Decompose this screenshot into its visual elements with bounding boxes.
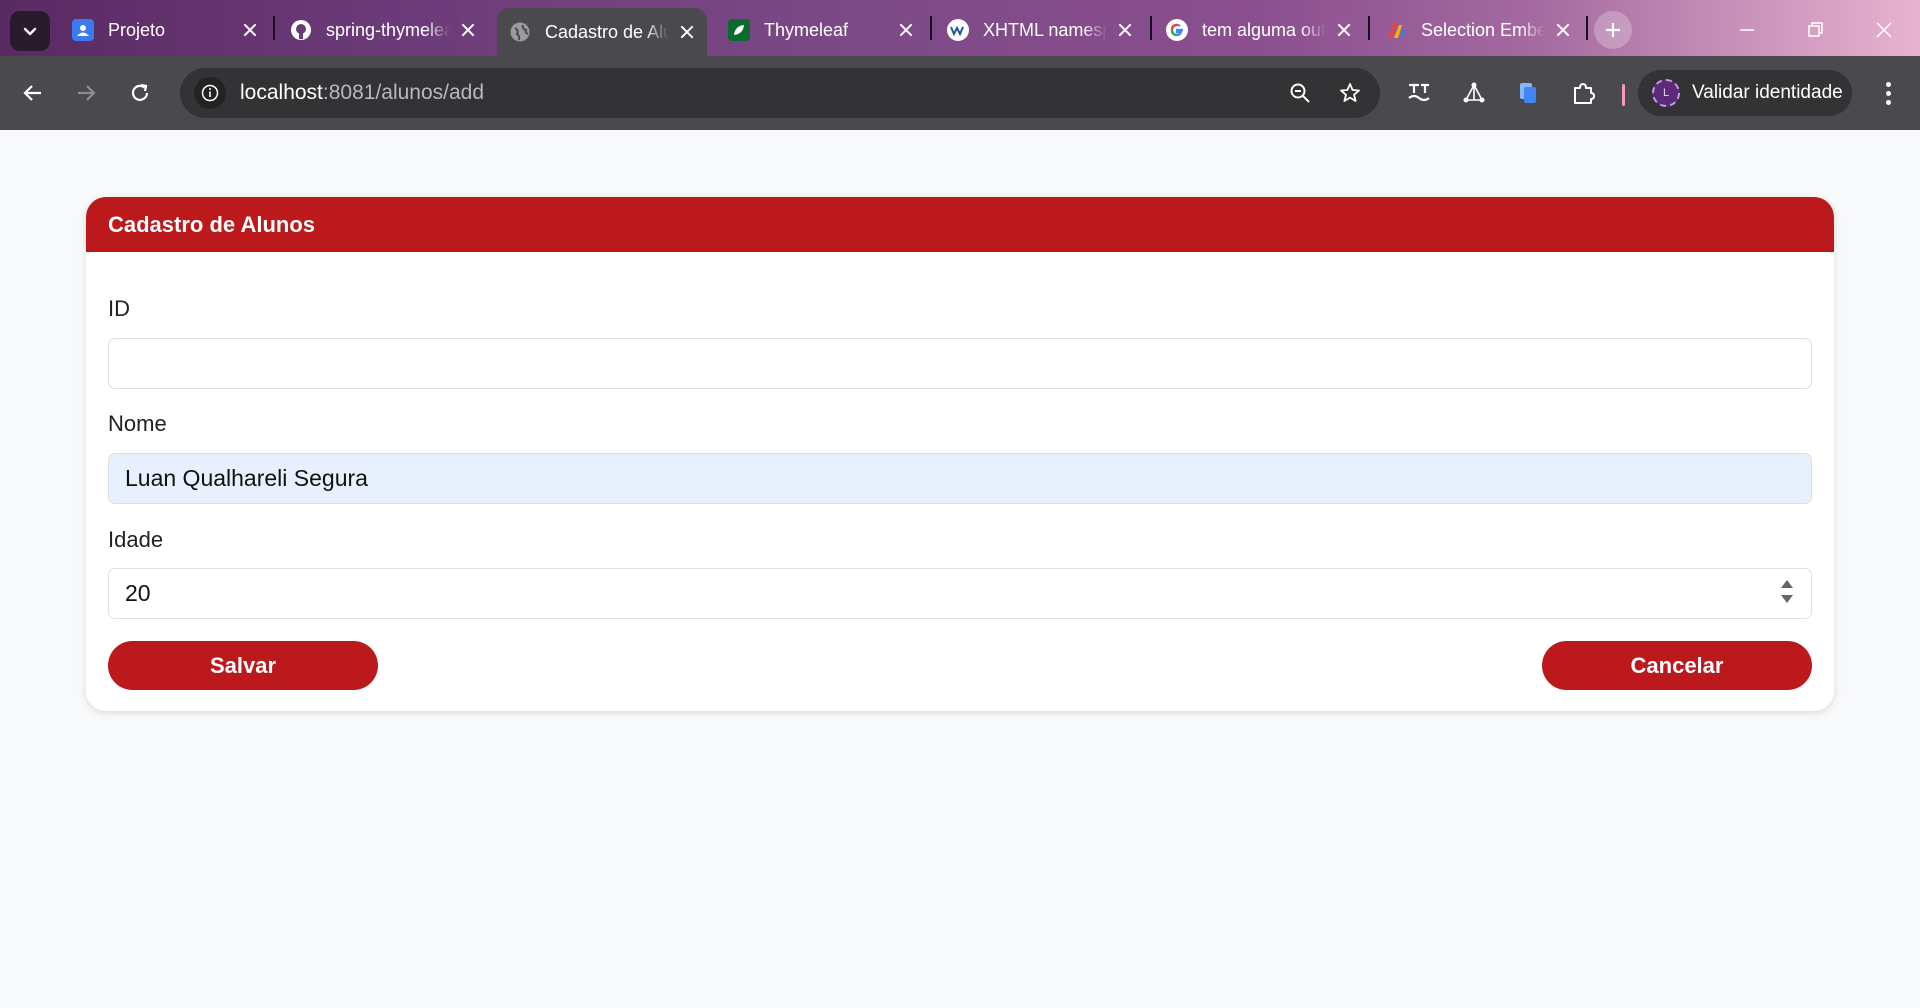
new-tab-button[interactable] <box>1594 11 1632 49</box>
name-field[interactable]: Luan Qualhareli Segura <box>108 453 1812 504</box>
tab-tem-alguma-outra[interactable]: tem alguma outra <box>1154 10 1364 50</box>
minimize-icon <box>1740 29 1754 31</box>
arrow-left-icon <box>23 85 41 101</box>
profile-label: Validar identidade <box>1692 82 1843 103</box>
gradient-logo-icon <box>1385 19 1407 41</box>
tab-title: Selection Embedded <box>1421 19 1545 40</box>
restore-button[interactable] <box>1798 12 1834 48</box>
tab-projeto[interactable]: Projeto <box>60 10 270 50</box>
url-path: :8081/alunos/add <box>322 81 485 104</box>
puzzle-extensions-icon[interactable] <box>1566 75 1602 111</box>
plus-icon <box>1606 23 1620 37</box>
name-label: Nome <box>108 411 167 436</box>
thymeleaf-leaf-icon <box>728 19 750 41</box>
translate-extension-icon[interactable] <box>1401 75 1437 111</box>
age-field[interactable]: 20 <box>108 568 1812 619</box>
address-bar[interactable]: localhost:8081/alunos/add <box>180 68 1380 118</box>
tab-divider <box>1150 16 1152 40</box>
tab-title: Cadastro de Alunos <box>545 21 669 42</box>
more-menu-icon[interactable] <box>1870 75 1906 111</box>
spinner-up-icon[interactable] <box>1781 580 1793 588</box>
avatar: L <box>1652 79 1680 107</box>
site-info-icon[interactable] <box>194 77 226 109</box>
close-window-button[interactable] <box>1866 12 1902 48</box>
network-extension-icon[interactable] <box>1456 75 1492 111</box>
tab-spring-thymeleaf[interactable]: spring-thymeleaf <box>278 10 488 50</box>
back-button[interactable] <box>14 74 52 112</box>
tab-search-button[interactable] <box>10 11 50 51</box>
reload-button[interactable] <box>121 74 159 112</box>
url-text: localhost:8081/alunos/add <box>240 81 484 105</box>
close-icon[interactable] <box>240 20 260 40</box>
forward-button[interactable] <box>67 74 105 112</box>
save-button[interactable]: Salvar <box>108 641 378 690</box>
contact-card-icon <box>72 19 94 41</box>
minimize-button[interactable] <box>1729 12 1765 48</box>
reload-icon <box>131 83 149 101</box>
age-label: Idade <box>108 527 164 552</box>
tab-title: XHTML namespace <box>983 19 1107 40</box>
tab-xhtml-namespace[interactable]: XHTML namespace <box>935 10 1145 50</box>
profile-button[interactable]: L Validar identidade <box>1638 70 1852 116</box>
browser-toolbar: localhost:8081/alunos/add L Validar iden… <box>0 56 1920 130</box>
tab-divider <box>1586 16 1588 40</box>
restore-icon <box>1808 22 1823 37</box>
tab-strip: Projeto spring-thymeleaf Cadastro de Alu… <box>0 0 1920 56</box>
close-icon <box>1876 22 1892 38</box>
spinner-down-icon[interactable] <box>1781 595 1793 603</box>
id-field[interactable] <box>108 338 1812 389</box>
url-host: localhost <box>240 81 323 104</box>
copy-extension-icon[interactable] <box>1510 75 1546 111</box>
close-icon[interactable] <box>1553 20 1573 40</box>
number-spinner[interactable] <box>1781 580 1793 603</box>
age-value: 20 <box>125 580 151 606</box>
close-icon[interactable] <box>1115 20 1135 40</box>
student-form-card: Cadastro de Alunos ID Nome Luan Qualhare… <box>86 197 1834 711</box>
close-icon[interactable] <box>1334 20 1354 40</box>
tab-divider <box>1368 16 1370 40</box>
close-icon[interactable] <box>677 22 697 42</box>
w3c-icon <box>947 19 969 41</box>
id-label: ID <box>108 296 130 321</box>
close-icon[interactable] <box>896 20 916 40</box>
tab-title: tem alguma outra <box>1202 19 1326 40</box>
tab-divider <box>930 16 932 40</box>
google-icon <box>1166 19 1188 41</box>
tab-title: Thymeleaf <box>764 19 849 40</box>
close-icon[interactable] <box>458 20 478 40</box>
github-icon <box>290 19 312 41</box>
globe-icon <box>509 21 531 43</box>
chevron-down-icon <box>23 27 37 36</box>
card-title: Cadastro de Alunos <box>86 197 1834 252</box>
cancel-button[interactable]: Cancelar <box>1542 641 1812 690</box>
bookmark-star-icon[interactable] <box>1334 77 1366 109</box>
tab-thymeleaf[interactable]: Thymeleaf <box>716 10 926 50</box>
tab-title: spring-thymeleaf <box>326 19 450 40</box>
tab-cadastro-de-alunos[interactable]: Cadastro de Alunos <box>497 8 707 56</box>
arrow-right-icon <box>78 85 96 101</box>
tab-title: Projeto <box>108 19 166 40</box>
tab-selection-embedded[interactable]: Selection Embedded <box>1373 10 1583 50</box>
zoom-icon[interactable] <box>1284 77 1316 109</box>
tab-divider <box>273 16 275 40</box>
toolbar-divider <box>1622 84 1625 106</box>
